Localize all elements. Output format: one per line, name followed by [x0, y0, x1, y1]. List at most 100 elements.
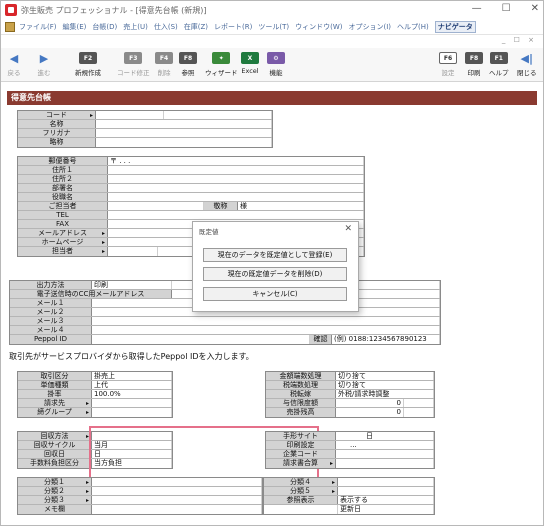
print-button[interactable]: F8 印刷 [465, 52, 483, 77]
peppol-confirm-button[interactable]: 確認 [310, 335, 332, 344]
menu-window[interactable]: ウィンドウ(W) [295, 22, 342, 32]
class4-label[interactable]: 分類４ [264, 478, 338, 486]
forward-button[interactable]: ▶ 進む [35, 51, 53, 78]
address2-input[interactable] [108, 175, 364, 183]
mail4-input[interactable] [92, 326, 440, 334]
class5-label[interactable]: 分類５ [264, 487, 338, 495]
class5-input[interactable] [338, 487, 434, 495]
navigator-button[interactable]: ナビゲータ [434, 20, 476, 33]
code-label[interactable]: コード [18, 111, 96, 119]
menu-edit[interactable]: 編集(E) [63, 22, 87, 32]
tax-shift-select[interactable]: 外税/請求時調整 [336, 390, 434, 398]
cancel-button[interactable]: キャンセル(C) [203, 287, 347, 301]
rounding-select[interactable]: 切り捨て [336, 372, 434, 380]
menu-purchase[interactable]: 仕入(S) [154, 22, 178, 32]
wizard-button[interactable]: ✦ ウィザード [205, 52, 238, 77]
homepage-label[interactable]: ホームページ [18, 238, 108, 246]
billing-input[interactable] [92, 399, 172, 407]
short-name-input[interactable] [96, 138, 272, 147]
new-button[interactable]: F2 新規作成 [75, 52, 101, 77]
invoice-merge-input[interactable] [336, 459, 434, 468]
billing-label[interactable]: 請求先 [18, 399, 92, 407]
receivable-value: 0 [336, 408, 404, 417]
tel-input[interactable] [108, 211, 364, 219]
class2-label[interactable]: 分類２ [18, 487, 92, 495]
mdi-controls[interactable]: _ ☐ × [502, 36, 537, 44]
class2-input[interactable] [92, 487, 262, 495]
close-window-button[interactable]: ✕ [531, 3, 539, 14]
company-code-input[interactable] [336, 450, 434, 458]
menu-report[interactable]: レポート(R) [214, 22, 252, 32]
excel-button[interactable]: X Excel [241, 52, 259, 75]
address1-input[interactable] [108, 166, 364, 174]
menu-stock[interactable]: 在庫(Z) [184, 22, 208, 32]
company-code-label: 企業コード [266, 450, 336, 458]
memo-input[interactable] [92, 505, 262, 514]
title-input[interactable] [108, 193, 364, 201]
delete-button[interactable]: F4 削除 [155, 52, 173, 77]
menu-sales[interactable]: 売上(U) [123, 22, 148, 32]
dialog-close-icon[interactable]: ✕ [344, 224, 352, 234]
fax-label: FAX [18, 220, 108, 228]
code-input[interactable] [96, 111, 164, 119]
bill-site-input[interactable]: 日 [336, 432, 434, 440]
reference-button[interactable]: F8 参照 [179, 52, 197, 77]
invoice-merge-label[interactable]: 請求書合算 [266, 459, 336, 468]
furigana-input[interactable] [96, 129, 272, 137]
trade-left-grid: 取引区分掛売上 単価種類上代 掛率100.0% 請求先 締グループ [17, 371, 173, 418]
class3-label[interactable]: 分類３ [18, 496, 92, 504]
form-canvas: コード 名称 フリガナ 略称 郵便番号〒 . . . 住所１ 住所２ 部署名 役… [7, 105, 537, 521]
collection-method-label[interactable]: 回収方法 [18, 432, 92, 440]
function-button[interactable]: ⚙ 機能 [267, 52, 285, 77]
settings-button[interactable]: F6 設定 [439, 52, 457, 77]
price-type-select[interactable]: 上代 [92, 381, 172, 389]
dept-input[interactable] [108, 184, 364, 192]
back-button[interactable]: ◀ 戻る [5, 52, 23, 78]
class4-input[interactable] [338, 478, 434, 486]
peppol-input[interactable] [92, 335, 310, 344]
rate-input[interactable]: 100.0% [92, 390, 172, 398]
ref-display-select[interactable]: 表示する [338, 496, 434, 504]
peppol-label: Peppol ID [10, 335, 92, 344]
delete-default-button[interactable]: 現在の既定値データを削除(D) [203, 267, 347, 281]
menu-ledger[interactable]: 台帳(D) [92, 22, 117, 32]
close-button[interactable]: ◀| 閉じる [517, 52, 537, 78]
postal-input[interactable]: 〒 . . . [108, 157, 364, 165]
f2-key-icon: F2 [79, 52, 97, 64]
print-setting-button[interactable]: ... [336, 441, 434, 449]
name-input[interactable] [96, 120, 272, 128]
output-method-select[interactable]: 印刷 [92, 281, 172, 289]
excel-icon: X [241, 52, 259, 64]
credit-limit-input[interactable]: 0 [336, 399, 404, 407]
closing-group-label[interactable]: 締グループ [18, 408, 92, 417]
closing-group-input[interactable] [92, 408, 172, 417]
class1-label[interactable]: 分類１ [18, 478, 92, 486]
staff-label[interactable]: 担当者 [18, 247, 108, 256]
mail3-input[interactable] [92, 317, 440, 325]
trade-type-select[interactable]: 掛売上 [92, 372, 172, 380]
honorific-input[interactable]: 様 [238, 202, 364, 210]
class3-input[interactable] [92, 496, 262, 504]
menu-file[interactable]: ファイル(F) [19, 22, 57, 32]
peppol-example: (例) 0188:1234567890123 [332, 335, 440, 344]
contact-input[interactable] [108, 202, 204, 210]
minimize-button[interactable]: — [472, 3, 482, 14]
register-default-button[interactable]: 現在のデータを既定値として登録(E) [203, 248, 347, 262]
maximize-button[interactable]: ☐ [502, 3, 511, 14]
memo-label: メモ欄 [18, 505, 92, 514]
menu-help[interactable]: ヘルプ(H) [397, 22, 429, 32]
class1-input[interactable] [92, 478, 262, 486]
staff-input[interactable] [108, 247, 158, 256]
menu-options[interactable]: オプション(I) [348, 22, 391, 32]
help-button[interactable]: F1 ヘルプ [489, 52, 509, 77]
forward-arrow-icon: ▶ [39, 51, 49, 65]
updated-spacer [264, 505, 338, 514]
tax-rounding-select[interactable]: 切り捨て [336, 381, 434, 389]
mail-label[interactable]: メールアドレス [18, 229, 108, 237]
app-window: 弥生販売 プロフェッショナル - [得意先台帳 (新規)] — ☐ ✕ ファイル… [0, 0, 544, 526]
code-edit-button[interactable]: F3 コード修正 [117, 52, 150, 77]
menu-tools[interactable]: ツール(T) [258, 22, 289, 32]
print-setting-label: 印刷設定 [266, 441, 336, 449]
bill-site-label: 手形サイト [266, 432, 336, 440]
contact-label: ご担当者 [18, 202, 108, 210]
